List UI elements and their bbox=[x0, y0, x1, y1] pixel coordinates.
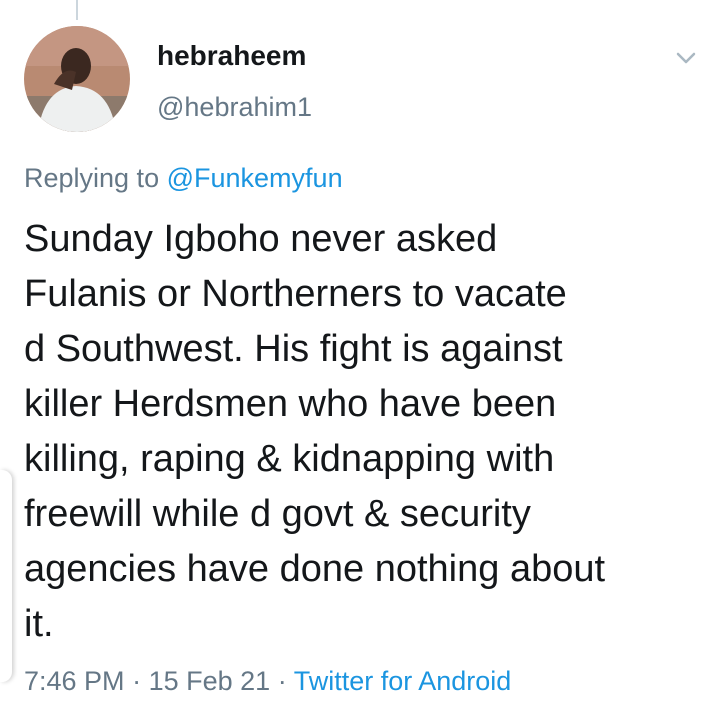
avatar[interactable] bbox=[24, 26, 130, 132]
user-handle[interactable]: @hebrahim1 bbox=[157, 92, 312, 123]
reply-prefix: Replying to bbox=[24, 163, 160, 193]
tweet-date[interactable]: 15 Feb 21 bbox=[149, 666, 271, 696]
tweet-time[interactable]: 7:46 PM bbox=[24, 666, 125, 696]
replying-to: Replying to @Funkemyfun bbox=[24, 163, 343, 194]
edge-panel-handle[interactable] bbox=[0, 470, 12, 682]
reply-mention-link[interactable]: @Funkemyfun bbox=[167, 163, 343, 193]
display-name[interactable]: hebraheem bbox=[157, 40, 306, 72]
tweet-meta: 7:46 PM · 15 Feb 21 · Twitter for Androi… bbox=[24, 666, 511, 697]
meta-separator: · bbox=[132, 666, 142, 696]
thread-connector-line bbox=[76, 0, 78, 20]
chevron-down-icon[interactable] bbox=[672, 44, 700, 72]
tweet-text: Sunday Igboho never asked Fulanis or Nor… bbox=[24, 218, 606, 645]
tweet-source-link[interactable]: Twitter for Android bbox=[294, 666, 512, 696]
meta-separator: · bbox=[277, 666, 287, 696]
